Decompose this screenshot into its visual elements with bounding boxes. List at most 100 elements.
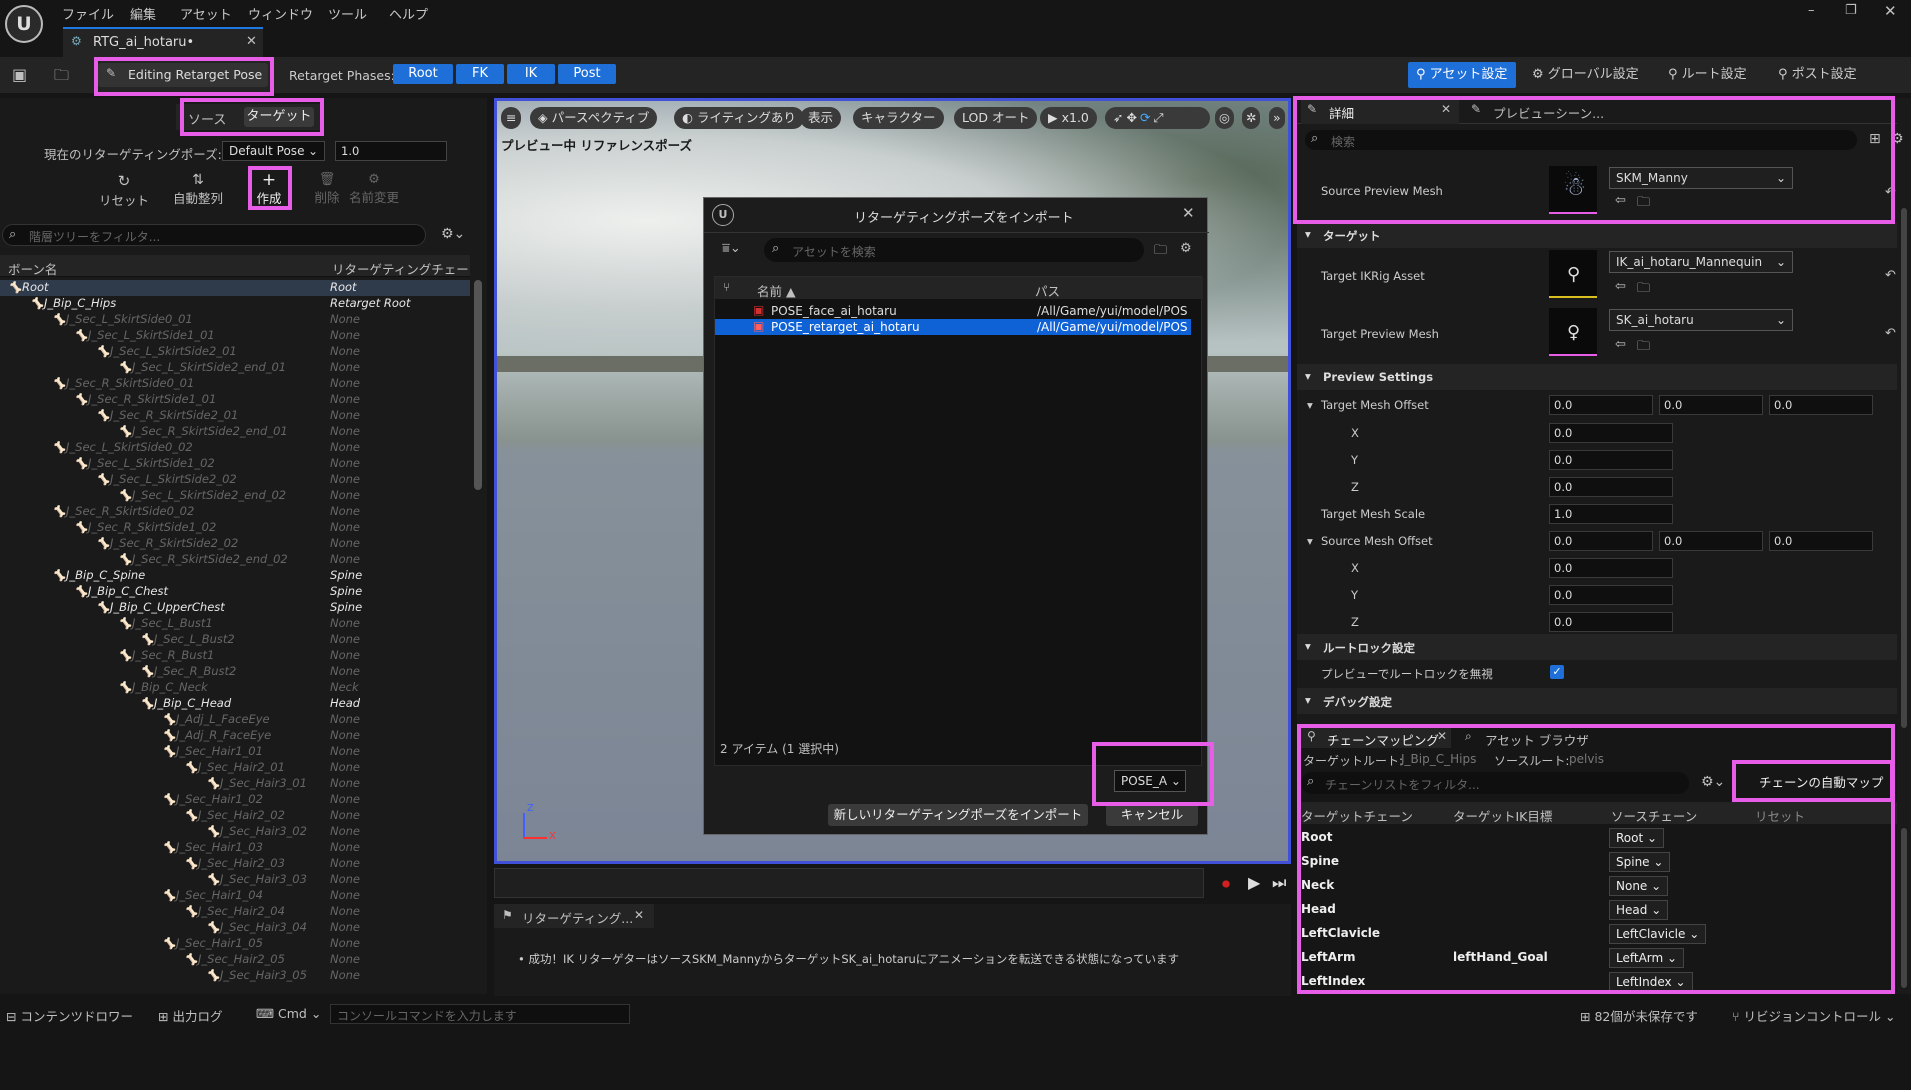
- bone-row[interactable]: 🦴J_Sec_Hair2_02 None: [0, 808, 470, 824]
- bone-row[interactable]: 🦴J_Bip_C_UpperChest Spine: [0, 600, 470, 616]
- expand-icon[interactable]: »: [1269, 107, 1285, 129]
- speed-button[interactable]: ▶ x1.0: [1040, 107, 1097, 129]
- bone-row[interactable]: 🦴J_Sec_R_SkirtSide2_end_02 None: [0, 552, 470, 568]
- bone-row[interactable]: 🦴J_Sec_L_SkirtSide0_02 None: [0, 440, 470, 456]
- phase-fk-toggle[interactable]: FK: [456, 64, 504, 84]
- reset-arrow-icon[interactable]: ↶: [1885, 268, 1896, 283]
- source-chain-dropdown[interactable]: Root ⌄: [1609, 828, 1665, 848]
- col-target-chain[interactable]: ターゲットチェーン: [1301, 806, 1413, 825]
- menu-tools[interactable]: ツール: [328, 4, 367, 23]
- details-settings-icon[interactable]: ⚙: [1891, 131, 1904, 147]
- auto-align-button[interactable]: ⇅ 自動整列: [166, 172, 230, 206]
- import-new-pose-button[interactable]: 新しいリターゲティングポーズをインポート: [828, 804, 1088, 826]
- bone-row[interactable]: 🦴Root Root: [0, 280, 470, 296]
- menu-edit[interactable]: 編集: [130, 4, 156, 23]
- bone-row[interactable]: 🦴J_Sec_L_Bust1 None: [0, 616, 470, 632]
- phase-root-toggle[interactable]: Root: [393, 64, 453, 84]
- target-offset-y-field[interactable]: 0.0: [1549, 450, 1673, 470]
- source-mesh-thumbnail[interactable]: ☃: [1549, 166, 1597, 214]
- bone-row[interactable]: 🦴J_Bip_C_Chest Spine: [0, 584, 470, 600]
- lighting-button[interactable]: ◐ ライティングあり: [674, 107, 804, 129]
- tab-source[interactable]: ソース: [188, 109, 226, 128]
- menu-asset[interactable]: アセット: [180, 4, 232, 23]
- bone-row[interactable]: 🦴J_Sec_Hair3_03 None: [0, 872, 470, 888]
- root-settings-button[interactable]: ⚲ ルート設定: [1668, 62, 1760, 88]
- reset-arrow-icon[interactable]: ↶: [1885, 185, 1896, 200]
- bone-row[interactable]: 🦴J_Bip_C_Neck Neck: [0, 680, 470, 696]
- revision-control-button[interactable]: ⑂ リビジョンコントロール ⌄: [1732, 1006, 1895, 1025]
- source-offset-z-field[interactable]: 0.0: [1549, 612, 1673, 632]
- bone-row[interactable]: 🦴J_Sec_L_SkirtSide2_end_01 None: [0, 360, 470, 376]
- bone-row[interactable]: 🦴J_Sec_Hair1_03 None: [0, 840, 470, 856]
- asset-tab[interactable]: ⚙ RTG_ai_hotaru• ✕: [63, 27, 263, 57]
- chain-tab-close-icon[interactable]: ✕: [1437, 729, 1447, 743]
- bone-row[interactable]: 🦴J_Sec_Hair2_05 None: [0, 952, 470, 968]
- section-target[interactable]: ▾ ターゲット: [1297, 222, 1897, 248]
- snap-icon[interactable]: ✲: [1242, 107, 1261, 129]
- unreal-logo-icon[interactable]: U: [5, 5, 43, 43]
- bone-row[interactable]: 🦴J_Adj_L_FaceEye None: [0, 712, 470, 728]
- source-offset-z-input[interactable]: 0.0: [1769, 531, 1873, 551]
- source-chain-dropdown[interactable]: LeftIndex ⌄: [1609, 972, 1693, 992]
- minimize-icon[interactable]: –: [1808, 3, 1815, 18]
- console-input[interactable]: コンソールコマンドを入力します: [330, 1004, 630, 1024]
- bone-row[interactable]: 🦴J_Sec_R_Bust1 None: [0, 648, 470, 664]
- log-tab[interactable]: ⚑ リターゲティング... ✕: [494, 904, 654, 928]
- chain-settings-icon[interactable]: ⚙⌄: [1701, 774, 1725, 790]
- browse-icon[interactable]: 🗀: [54, 65, 69, 90]
- bone-row[interactable]: 🦴J_Sec_L_SkirtSide1_01 None: [0, 328, 470, 344]
- section-root-lock[interactable]: ▾ ルートロック設定: [1297, 634, 1897, 660]
- asset-settings-button[interactable]: ⚲ アセット設定: [1408, 62, 1516, 88]
- target-mesh-scale-input[interactable]: 1.0: [1549, 504, 1673, 524]
- source-offset-x-field[interactable]: 0.0: [1549, 558, 1673, 578]
- section-debug[interactable]: ▾ デバッグ設定: [1297, 688, 1897, 714]
- rename-button[interactable]: ⚙ 名前変更: [346, 172, 402, 206]
- reset-arrow-icon[interactable]: ↶: [1885, 326, 1896, 341]
- bone-row[interactable]: 🦴J_Sec_R_SkirtSide2_end_01 None: [0, 424, 470, 440]
- bone-row[interactable]: 🦴J_Sec_R_SkirtSide0_01 None: [0, 376, 470, 392]
- collapse-icon[interactable]: ▾: [1307, 534, 1313, 548]
- create-pose-button[interactable]: + 作成: [252, 172, 286, 207]
- global-settings-button[interactable]: ⚙ グローバル設定: [1532, 62, 1650, 88]
- unsaved-button[interactable]: ⊞ 82個が未保存です: [1580, 1006, 1698, 1025]
- tab-details[interactable]: ✎ 詳細 ✕: [1301, 98, 1459, 124]
- content-drawer-button[interactable]: ⊟ コンテンツドロワー: [6, 1006, 133, 1025]
- target-offset-z-field[interactable]: 0.0: [1549, 477, 1673, 497]
- bone-row[interactable]: 🦴J_Sec_L_SkirtSide1_02 None: [0, 456, 470, 472]
- menu-help[interactable]: ヘルプ: [389, 4, 428, 23]
- bone-row[interactable]: 🦴J_Sec_Hair1_01 None: [0, 744, 470, 760]
- bone-row[interactable]: 🦴J_Sec_Hair3_01 None: [0, 776, 470, 792]
- tree-scrollbar[interactable]: [474, 280, 482, 490]
- camera-icon[interactable]: ◎: [1215, 107, 1234, 129]
- transform-tools[interactable]: ➶✥⟳⤢: [1105, 107, 1210, 129]
- bone-filter-input[interactable]: ⌕ 階層ツリーをフィルタ...: [2, 224, 426, 246]
- details-scrollbar[interactable]: [1901, 208, 1907, 728]
- editing-pose-button[interactable]: ✎ Editing Retarget Pose: [98, 63, 268, 87]
- tab-close-icon[interactable]: ✕: [246, 34, 257, 49]
- bone-row[interactable]: 🦴J_Sec_Hair3_05 None: [0, 968, 470, 984]
- bone-row[interactable]: 🦴J_Bip_C_Spine Spine: [0, 568, 470, 584]
- timeline-bar[interactable]: [494, 868, 1204, 898]
- grid-view-icon[interactable]: ⊞: [1869, 131, 1881, 147]
- chain-filter-input[interactable]: ⌕ チェーンリストをフィルタ...: [1301, 772, 1689, 794]
- ikrig-thumbnail[interactable]: ⚲: [1549, 250, 1597, 298]
- bone-row[interactable]: 🦴J_Sec_L_Bust2 None: [0, 632, 470, 648]
- rootlock-checkbox[interactable]: ✓: [1550, 665, 1564, 679]
- target-ikrig-dropdown[interactable]: IK_ai_hotaru_Mannequin ⌄: [1609, 251, 1793, 273]
- use-selected-icon[interactable]: ⇦: [1615, 279, 1626, 294]
- pose-blend-input[interactable]: 1.0: [335, 141, 447, 161]
- bone-row[interactable]: 🦴J_Sec_R_SkirtSide2_02 None: [0, 536, 470, 552]
- menu-window[interactable]: ウィンドウ: [248, 4, 313, 23]
- viewport-menu-icon[interactable]: ≡: [501, 107, 522, 129]
- delete-button[interactable]: 🗑 削除: [312, 172, 342, 206]
- output-log-button[interactable]: ⊞ 出力ログ: [158, 1006, 222, 1025]
- bone-row[interactable]: 🦴J_Sec_R_SkirtSide2_01 None: [0, 408, 470, 424]
- source-chain-dropdown[interactable]: LeftArm ⌄: [1609, 948, 1685, 968]
- auto-map-chains-dropdown[interactable]: チェーンの自動マップ ⌄: [1747, 770, 1893, 816]
- col-ik-goal[interactable]: ターゲットIK目標: [1453, 806, 1552, 825]
- bone-row[interactable]: 🦴J_Bip_C_Hips Retarget Root: [0, 296, 470, 312]
- asset-search-input[interactable]: ⌕ アセットを検索: [764, 238, 1144, 262]
- chain-scrollbar[interactable]: [1901, 828, 1907, 988]
- show-button[interactable]: 表示: [800, 107, 842, 129]
- bone-row[interactable]: 🦴J_Sec_R_Bust2 None: [0, 664, 470, 680]
